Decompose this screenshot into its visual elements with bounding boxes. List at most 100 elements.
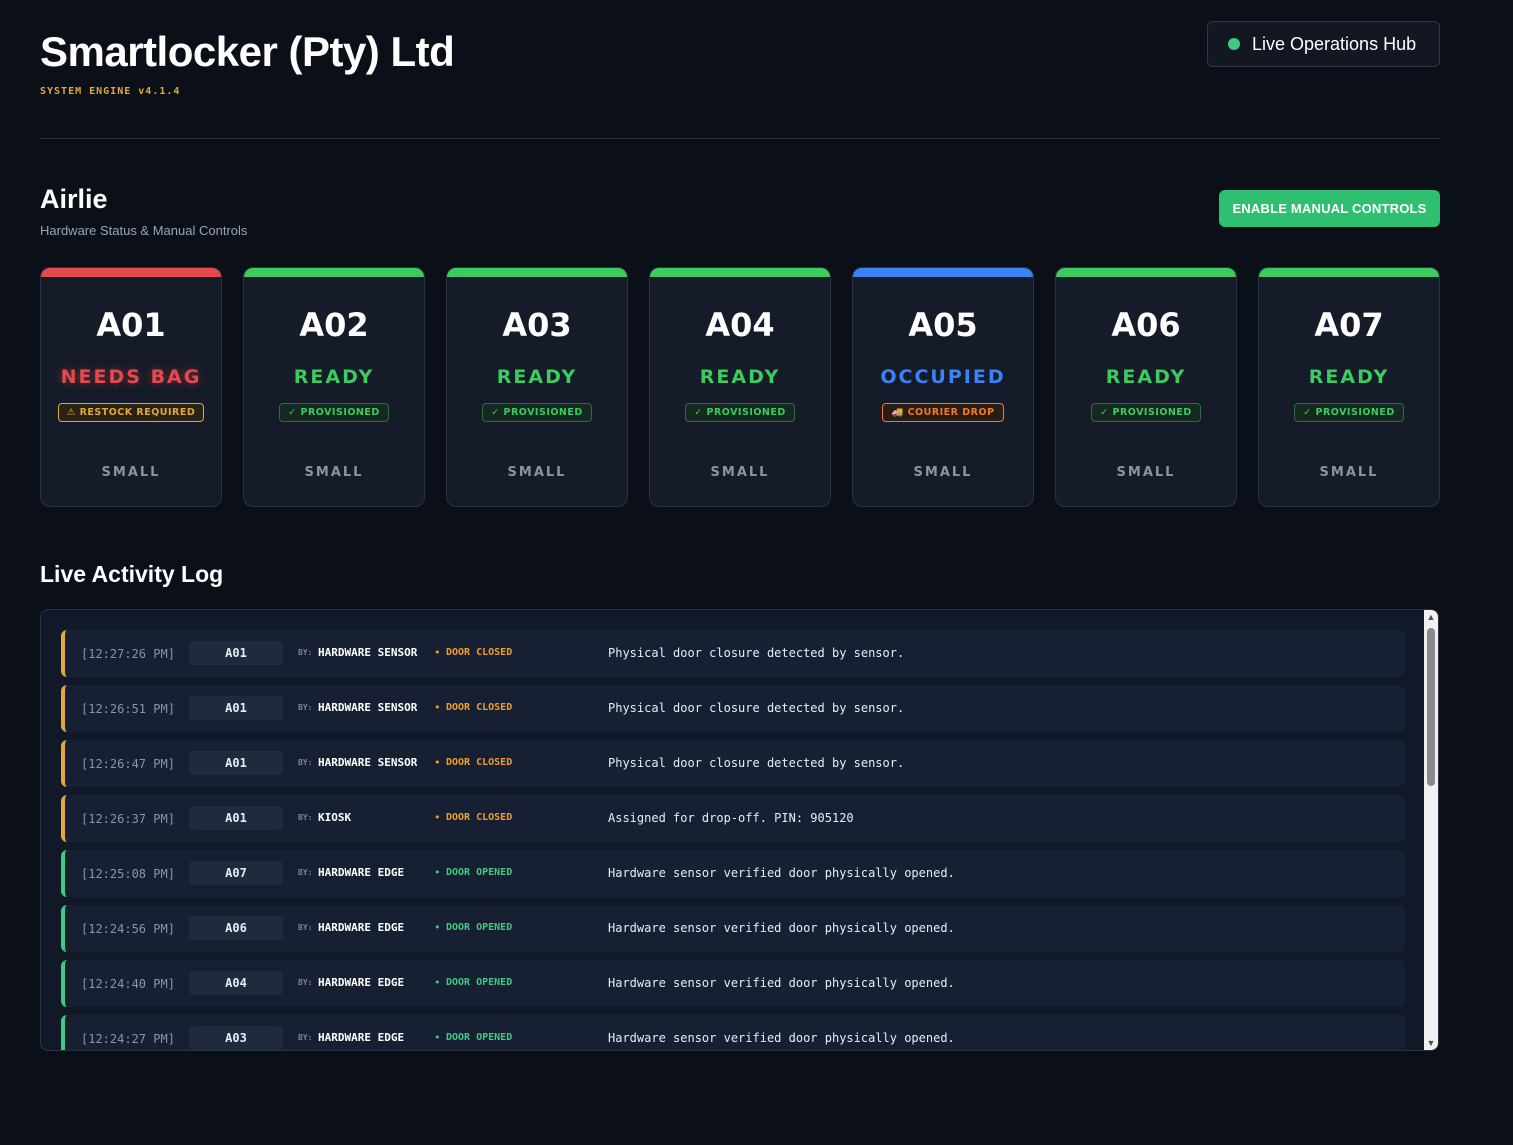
event-dot-icon: • [434, 866, 441, 879]
log-by-prefix: BY: [298, 923, 313, 932]
log-row: [12:24:40 PM] A04 BY: HARDWARE EDGE • DOOR OP… [61, 960, 1405, 1007]
locker-card[interactable]: A06 READY ✓ PROVISIONED SMALL [1055, 267, 1237, 507]
log-event: DOOR CLOSED [446, 757, 513, 768]
site-subtitle: Hardware Status & Manual Controls [40, 223, 248, 238]
log-unit-badge: A04 [189, 971, 283, 995]
locker-size: SMALL [1319, 465, 1379, 480]
locker-card[interactable]: A01 NEEDS BAG ⚠ RESTOCK REQUIRED SMALL [40, 267, 222, 507]
locker-badge: ✓ PROVISIONED [1294, 403, 1404, 422]
log-timestamp: [12:24:56 PM] [81, 922, 175, 936]
locker-code: A05 [908, 306, 978, 344]
log-unit-badge: A01 [189, 696, 283, 720]
scroll-up-arrow-icon[interactable]: ▲ [1424, 610, 1438, 624]
scroll-thumb[interactable] [1427, 628, 1435, 786]
log-actor: HARDWARE EDGE [318, 976, 405, 989]
log-actor: HARDWARE SENSOR [318, 701, 418, 714]
locker-card[interactable]: A03 READY ✓ PROVISIONED SMALL [446, 267, 628, 507]
log-message: Hardware sensor verified door physically… [608, 866, 955, 880]
log-row: [12:26:37 PM] A01 BY: KIOSK • DOOR CLOSED Assi… [61, 795, 1405, 842]
locker-code: A07 [1314, 306, 1384, 344]
locker-status-bar [650, 268, 830, 277]
log-by-prefix: BY: [298, 758, 313, 767]
locker-card[interactable]: A04 READY ✓ PROVISIONED SMALL [649, 267, 831, 507]
locker-status-bar [1259, 268, 1439, 277]
engine-version: SYSTEM ENGINE v4.1.4 [40, 86, 181, 97]
log-actor: KIOSK [318, 811, 352, 824]
log-unit-badge: A01 [189, 751, 283, 775]
log-by-prefix: BY: [298, 1033, 313, 1042]
live-status-dot-icon [1228, 38, 1240, 50]
log-event: DOOR OPENED [446, 867, 513, 878]
event-dot-icon: • [434, 1031, 441, 1044]
log-actor: HARDWARE EDGE [318, 866, 405, 879]
log-row: [12:24:27 PM] A03 BY: HARDWARE EDGE • DOOR OP… [61, 1015, 1405, 1050]
log-event: DOOR OPENED [446, 922, 513, 933]
locker-grid: A01 NEEDS BAG ⚠ RESTOCK REQUIRED SMALL A02 RE… [40, 267, 1440, 507]
locker-status: READY [293, 366, 375, 388]
locker-status-bar [853, 268, 1033, 277]
log-timestamp: [12:26:51 PM] [81, 702, 175, 716]
site-name: Airlie [40, 184, 108, 214]
locker-badge: ✓ PROVISIONED [685, 403, 795, 422]
locker-code: A06 [1111, 306, 1181, 344]
event-dot-icon: • [434, 811, 441, 824]
locker-status-bar [447, 268, 627, 277]
log-message: Hardware sensor verified door physically… [608, 976, 955, 990]
locker-status: READY [1308, 366, 1390, 388]
event-dot-icon: • [434, 921, 441, 934]
locker-status: READY [699, 366, 781, 388]
log-event: DOOR OPENED [446, 977, 513, 988]
locker-badge: ✓ PROVISIONED [279, 403, 389, 422]
log-row: [12:26:51 PM] A01 BY: HARDWARE SENSOR • DOOR … [61, 685, 1405, 732]
activity-log-title: Live Activity Log [40, 561, 224, 587]
log-by-prefix: BY: [298, 703, 313, 712]
locker-status: NEEDS BAG [60, 366, 202, 388]
log-scrollbar[interactable]: ▲ ▼ [1424, 610, 1438, 1050]
locker-badge: ⚠ RESTOCK REQUIRED [57, 403, 205, 422]
log-unit-badge: A03 [189, 1026, 283, 1050]
locker-code: A04 [705, 306, 775, 344]
log-message: Assigned for drop-off. PIN: 905120 [608, 811, 854, 825]
event-dot-icon: • [434, 976, 441, 989]
event-dot-icon: • [434, 701, 441, 714]
log-actor: HARDWARE SENSOR [318, 646, 418, 659]
log-actor: HARDWARE EDGE [318, 1031, 405, 1044]
log-by-prefix: BY: [298, 648, 313, 657]
locker-code: A03 [502, 306, 572, 344]
live-operations-label: Live Operations Hub [1252, 33, 1417, 54]
locker-size: SMALL [913, 465, 973, 480]
locker-size: SMALL [507, 465, 567, 480]
locker-status-bar [244, 268, 424, 277]
scroll-down-arrow-icon[interactable]: ▼ [1424, 1036, 1438, 1050]
locker-code: A02 [299, 306, 369, 344]
log-message: Physical door closure detected by sensor… [608, 756, 905, 770]
locker-size: SMALL [304, 465, 364, 480]
log-timestamp: [12:24:40 PM] [81, 977, 175, 991]
log-unit-badge: A01 [189, 641, 283, 665]
log-message: Hardware sensor verified door physically… [608, 1031, 955, 1045]
log-by-prefix: BY: [298, 978, 313, 987]
event-dot-icon: • [434, 646, 441, 659]
log-message: Hardware sensor verified door physically… [608, 921, 955, 935]
enable-manual-controls-button[interactable]: ENABLE MANUAL CONTROLS [1219, 190, 1440, 227]
log-row: [12:24:56 PM] A06 BY: HARDWARE EDGE • DOOR OP… [61, 905, 1405, 952]
log-by-prefix: BY: [298, 868, 313, 877]
log-timestamp: [12:27:26 PM] [81, 647, 175, 661]
locker-status: READY [496, 366, 578, 388]
locker-size: SMALL [101, 465, 161, 480]
log-event: DOOR CLOSED [446, 702, 513, 713]
locker-card[interactable]: A05 OCCUPIED 🚚 COURIER DROP SMALL [852, 267, 1034, 507]
log-timestamp: [12:26:37 PM] [81, 812, 175, 826]
locker-status-bar [1056, 268, 1236, 277]
event-dot-icon: • [434, 756, 441, 769]
log-unit-badge: A07 [189, 861, 283, 885]
locker-card[interactable]: A07 READY ✓ PROVISIONED SMALL [1258, 267, 1440, 507]
activity-log-panel: [12:27:26 PM] A01 BY: HARDWARE SENSOR • DOOR … [40, 609, 1439, 1051]
locker-badge: ✓ PROVISIONED [482, 403, 592, 422]
locker-card[interactable]: A02 READY ✓ PROVISIONED SMALL [243, 267, 425, 507]
log-timestamp: [12:26:47 PM] [81, 757, 175, 771]
log-event: DOOR CLOSED [446, 647, 513, 658]
locker-code: A01 [96, 306, 166, 344]
log-event: DOOR OPENED [446, 1032, 513, 1043]
live-operations-hub-button[interactable]: Live Operations Hub [1207, 21, 1440, 67]
